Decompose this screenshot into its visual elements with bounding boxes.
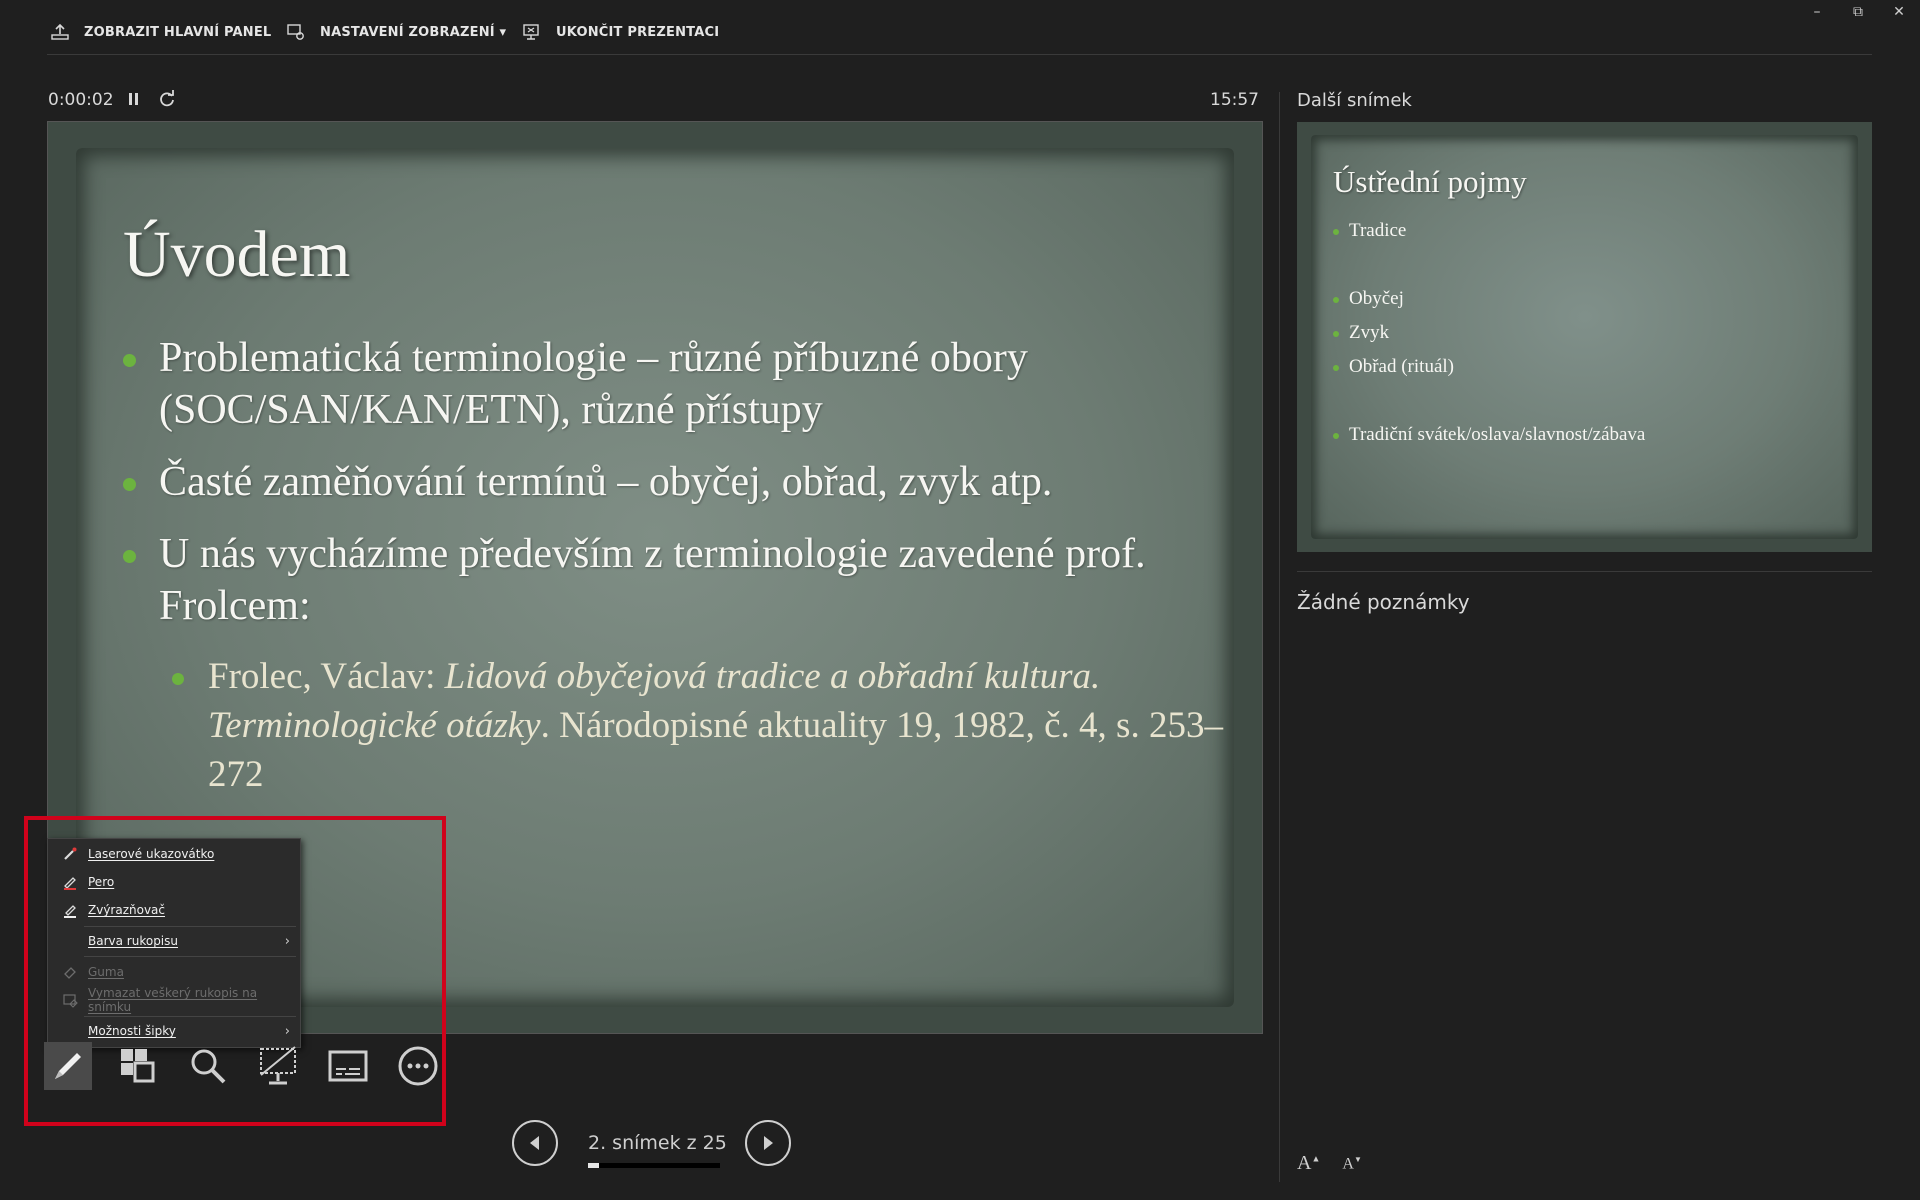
next-slide-item: Obřad (rituál) [1333,356,1454,378]
display-settings-button[interactable]: NASTAVENÍ ZOBRAZENÍ ▾ [286,20,506,44]
menu-item-label: Vymazat veškerý rukopis na snímku [88,986,258,1014]
toolbar-divider [47,54,1872,55]
next-slide-button[interactable] [745,1120,791,1166]
bullet-1: Problematická terminologie – různé příbu… [123,332,1223,436]
pen-context-menu: Laserové ukazovátko Pero Zvýrazňovač Bar… [47,838,301,1048]
sub-bullet: Frolec, Václav: Lidová obyčejová tradice… [172,652,1223,799]
menu-item-pen[interactable]: Pero [48,869,300,895]
pen-tool-button[interactable] [44,1042,92,1090]
end-show-label: UKONČIT PREZENTACI [556,24,720,40]
erase-all-icon [63,994,78,1008]
end-show-icon [522,23,542,41]
presenter-tools [44,1042,464,1090]
zoom-button[interactable] [184,1042,232,1090]
highlighter-icon [64,905,76,918]
laser-pointer-icon [64,847,77,860]
previous-arrow-icon [530,1136,539,1150]
bullet-3: U nás vycházíme především z terminologie… [123,528,1223,632]
menu-item-highlighter[interactable]: Zvýrazňovač [48,897,300,923]
slide-progress-fill [588,1163,599,1168]
next-slide-label: Další snímek [1297,90,1412,111]
display-settings-label: NASTAVENÍ ZOBRAZENÍ ▾ [320,24,507,40]
zoom-icon [191,1049,226,1084]
pen-tool-icon [55,1053,81,1079]
chevron-right-icon: › [284,1023,290,1039]
pane-divider [1279,92,1280,1182]
restart-icon [160,90,174,107]
close-button[interactable]: ✕ [1884,4,1914,24]
decrease-font-button[interactable]: A▼ [1342,1152,1361,1175]
decrease-font-icon: ▼ [1353,1155,1362,1164]
show-taskbar-label: ZOBRAZIT HLAVNÍ PANEL [84,24,272,40]
next-slide-preview[interactable]: Ústřední pojmy Tradice Obyčej Zvyk Obřad… [1297,122,1872,552]
increase-font-label: A [1297,1152,1312,1174]
presenter-toolbar: ZOBRAZIT HLAVNÍ PANEL NASTAVENÍ ZOBRAZEN… [0,0,1920,56]
menu-item-label: Barva rukopisu [88,934,178,948]
restart-timer-button[interactable] [156,88,178,110]
slide-navigation: 2. snímek z 25 [512,1120,798,1170]
next-slide-title: Ústřední pojmy [1333,164,1527,199]
sub-bullet-author: Frolec, Václav: [208,656,445,697]
menu-item-arrow-options[interactable]: Možnosti šipky › [48,1018,300,1044]
speaker-notes: Žádné poznámky [1297,590,1470,614]
eraser-icon [64,967,76,979]
subtitles-button[interactable] [324,1042,372,1090]
slide-bullets: Problematická terminologie – různé příbu… [123,332,1223,799]
next-slide-item: Zvyk [1333,322,1389,344]
next-arrow-icon [764,1136,773,1150]
slide-progress-bar [588,1163,720,1168]
menu-item-eraser: Guma [48,959,300,985]
pause-icon [129,93,138,105]
notes-font-controls: A▲ A▼ [1297,1152,1362,1175]
menu-item-label: Pero [88,875,115,889]
chevron-right-icon: › [284,933,290,949]
elapsed-timer: 0:00:02 [48,90,114,110]
slide-title: Úvodem [123,218,351,291]
next-slide-item: Tradiční svátek/oslava/slavnost/zábava [1333,424,1645,446]
menu-item-label: Možnosti šipky [88,1024,176,1038]
menu-item-laser-pointer[interactable]: Laserové ukazovátko [48,841,300,867]
increase-font-button[interactable]: A▲ [1297,1152,1320,1175]
menu-item-label: Zvýrazňovač [88,903,166,917]
notes-divider [1297,571,1872,572]
taskbar-icon [50,23,70,41]
increase-font-icon: ▲ [1311,1153,1321,1164]
more-options-icon [398,1046,438,1086]
restore-button[interactable]: ⧉ [1843,4,1873,24]
next-slide-item: Obyčej [1333,288,1404,310]
bullet-2: Časté zaměňování termínů – obyčej, obřad… [123,456,1223,508]
menu-item-erase-all: Vymazat veškerý rukopis na snímku [48,986,300,1014]
black-screen-icon [260,1046,296,1085]
subtitles-icon [328,1050,368,1082]
decrease-font-label: A [1342,1155,1354,1173]
menu-separator [84,926,296,927]
menu-item-label: Guma [88,965,124,979]
pause-timer-button[interactable] [124,88,144,110]
pen-icon [64,877,76,890]
menu-item-label: Laserové ukazovátko [88,847,215,861]
minimize-button[interactable]: – [1802,4,1832,24]
more-options-button[interactable] [394,1042,442,1090]
menu-item-ink-color[interactable]: Barva rukopisu › [48,928,300,954]
display-settings-icon [286,23,306,41]
current-time: 15:57 [1210,90,1259,110]
menu-separator [84,1016,296,1017]
black-screen-button[interactable] [254,1042,302,1090]
previous-slide-button[interactable] [512,1120,558,1166]
show-taskbar-button[interactable]: ZOBRAZIT HLAVNÍ PANEL [50,20,271,44]
slide-counter[interactable]: 2. snímek z 25 [588,1132,727,1154]
see-all-slides-icon [121,1049,155,1083]
next-slide-item: Tradice [1333,220,1406,242]
end-show-button[interactable]: UKONČIT PREZENTACI [522,20,719,44]
see-all-slides-button[interactable] [114,1042,162,1090]
menu-separator [84,956,296,957]
